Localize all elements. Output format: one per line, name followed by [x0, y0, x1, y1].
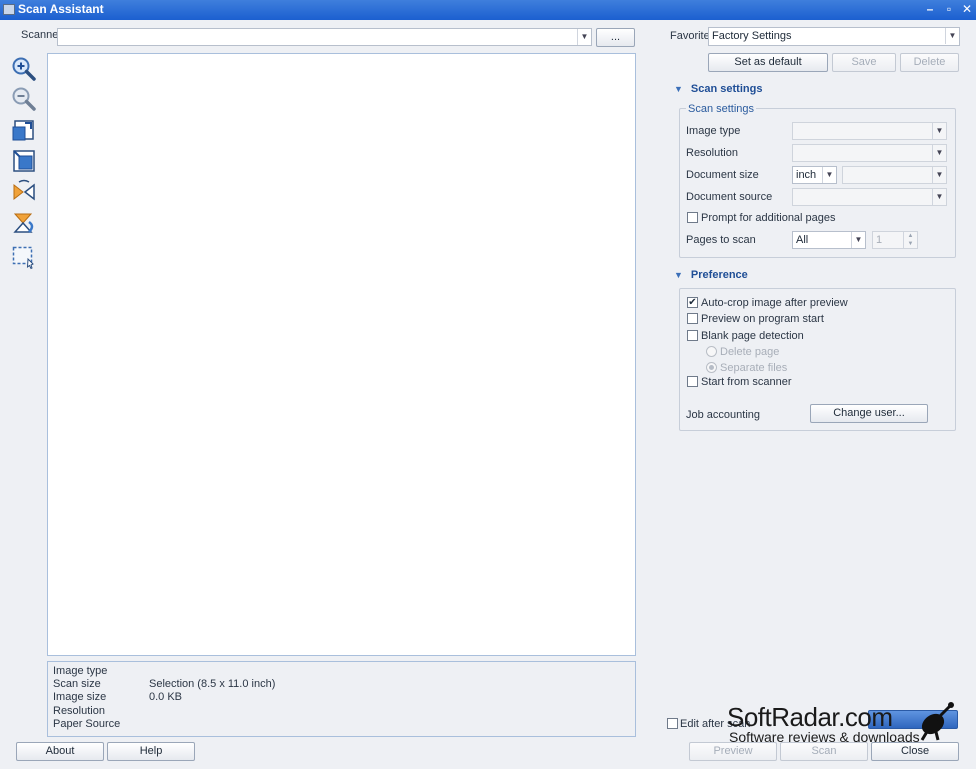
scan-button[interactable]: Scan	[780, 742, 868, 761]
separate-files-radio[interactable]	[706, 362, 717, 373]
collapse-triangle-icon: ▼	[674, 84, 683, 94]
document-size-label: Document size	[686, 169, 759, 181]
change-user-button[interactable]: Change user...	[810, 404, 928, 423]
preference-section-title: Preference	[690, 269, 748, 281]
preference-section-header[interactable]: ▼ Preference	[674, 269, 748, 281]
close-button[interactable]: Close	[871, 742, 959, 761]
delete-page-label: Delete page	[720, 346, 780, 358]
chevron-down-icon: ▼	[945, 28, 959, 44]
favorites-value: Factory Settings	[712, 30, 792, 42]
scan-settings-group-title: Scan settings	[686, 103, 757, 115]
fit-page-icon[interactable]	[11, 117, 37, 143]
scanner-browse-button[interactable]: ...	[596, 28, 635, 47]
scanner-label: Scanner	[21, 29, 62, 41]
preview-on-start-checkbox[interactable]	[687, 313, 698, 324]
resolution-select[interactable]: ▼	[792, 144, 947, 162]
collapse-triangle-icon: ▼	[674, 270, 683, 280]
preview-button[interactable]: Preview	[689, 742, 777, 761]
scanner-select[interactable]: ▼	[57, 28, 592, 46]
job-accounting-label: Job accounting	[686, 409, 760, 421]
set-as-default-button[interactable]: Set as default	[708, 53, 828, 72]
image-type-select[interactable]: ▼	[792, 122, 947, 140]
scan-settings-section-header[interactable]: ▼ Scan settings	[674, 83, 762, 95]
pages-count-spinner[interactable]: 1 ▲ ▼	[872, 231, 918, 249]
chevron-down-icon: ▼	[932, 189, 946, 205]
chevron-down-icon: ▼	[577, 29, 591, 45]
delete-page-radio[interactable]	[706, 346, 717, 357]
info-image-size-value: 0.0 KB	[149, 691, 183, 703]
chevron-down-icon: ▼	[932, 123, 946, 139]
close-window-button[interactable]: ✕	[959, 2, 975, 17]
scan-settings-section-title: Scan settings	[690, 83, 763, 95]
start-from-scanner-label: Start from scanner	[701, 376, 792, 388]
minimize-button[interactable]: –	[922, 2, 938, 17]
blank-page-detection-checkbox[interactable]	[687, 330, 698, 341]
favorites-select[interactable]: Factory Settings ▼	[708, 27, 960, 46]
pages-count-value: 1	[876, 234, 883, 246]
info-scan-size-value: Selection (8.5 x 11.0 inch)	[149, 678, 276, 690]
document-source-label: Document source	[686, 191, 773, 203]
chevron-down-icon: ▼	[851, 232, 865, 248]
restore-button[interactable]: ▫	[941, 2, 957, 17]
chevron-down-icon: ▼	[822, 167, 836, 183]
delete-button[interactable]: Delete	[900, 53, 959, 72]
save-button[interactable]: Save	[832, 53, 896, 72]
satellite-dish-icon	[920, 702, 954, 741]
scan-info-panel: Image type Scan size Selection (8.5 x 11…	[47, 661, 636, 737]
document-size-unit-value: inch	[796, 169, 817, 181]
start-from-scanner-checkbox[interactable]	[687, 376, 698, 387]
chevron-down-icon: ▼	[932, 145, 946, 161]
zoom-in-icon[interactable]	[11, 56, 37, 82]
resolution-label: Resolution	[686, 147, 738, 159]
image-type-label: Image type	[686, 125, 741, 137]
about-button[interactable]: About	[16, 742, 104, 761]
prompt-additional-pages-checkbox[interactable]	[687, 212, 698, 223]
rotate-icon[interactable]	[11, 210, 37, 236]
prompt-additional-pages-label: Prompt for additional pages	[701, 212, 836, 224]
info-image-type-label: Image type	[53, 665, 108, 677]
blank-page-detection-label: Blank page detection	[701, 330, 804, 342]
autocrop-checkbox[interactable]: ✔	[687, 297, 698, 308]
info-resolution-label: Resolution	[53, 705, 105, 717]
window-title: Scan Assistant	[18, 2, 104, 16]
scanner-app-icon	[3, 4, 15, 15]
chevron-down-icon: ▼	[932, 167, 946, 183]
info-paper-source-label: Paper Source	[53, 718, 121, 730]
info-scan-size-label: Scan size	[53, 678, 101, 690]
zoom-out-icon[interactable]	[11, 86, 37, 112]
pages-to-scan-select[interactable]: All ▼	[792, 231, 866, 249]
flip-icon[interactable]	[11, 179, 37, 205]
scan-preview-area[interactable]	[47, 53, 636, 656]
pages-to-scan-label: Pages to scan	[686, 234, 756, 246]
select-area-icon[interactable]	[11, 244, 37, 270]
autocrop-label: Auto-crop image after preview	[701, 297, 848, 309]
document-size-unit-select[interactable]: inch ▼	[792, 166, 837, 184]
separate-files-label: Separate files	[720, 362, 788, 374]
title-bar: Scan Assistant – ▫ ✕	[0, 0, 976, 20]
document-size-select[interactable]: ▼	[842, 166, 947, 184]
preview-on-start-label: Preview on program start	[701, 313, 824, 325]
edit-after-scan-checkbox[interactable]	[667, 718, 678, 729]
actual-size-icon[interactable]	[11, 148, 37, 174]
spinner-arrows-icon: ▲ ▼	[903, 232, 917, 248]
document-source-select[interactable]: ▼	[792, 188, 947, 206]
pages-to-scan-value: All	[796, 234, 809, 246]
help-button[interactable]: Help	[107, 742, 195, 761]
info-image-size-label: Image size	[53, 691, 107, 703]
